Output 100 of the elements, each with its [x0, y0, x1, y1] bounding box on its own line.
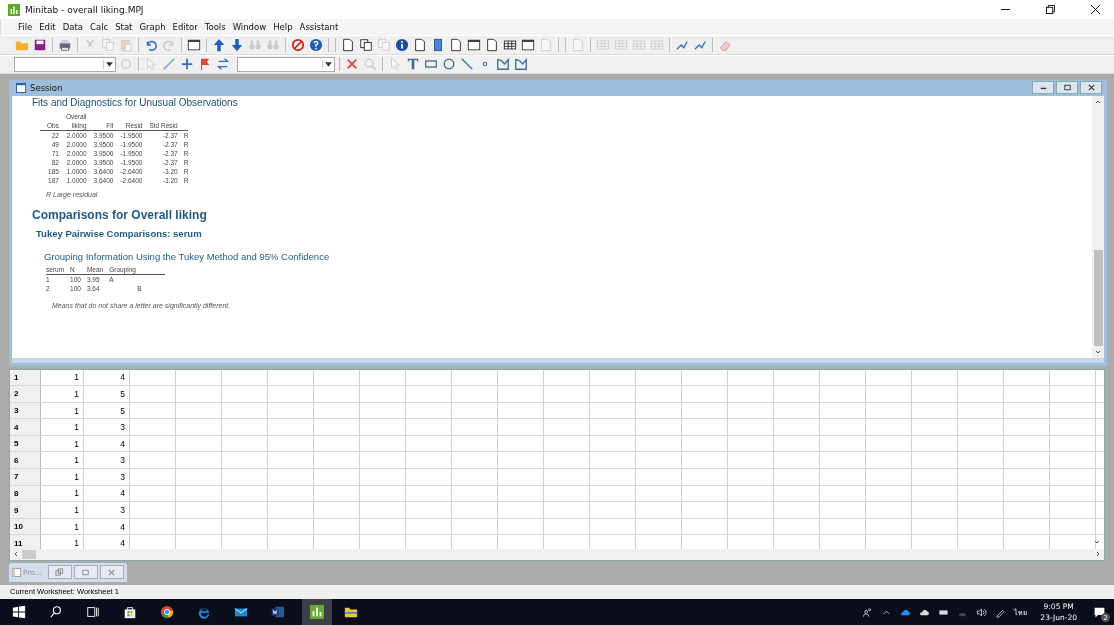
table-cell[interactable]: 3: [84, 469, 130, 485]
bar-chart-icon: [310, 605, 324, 619]
edge-browser-icon[interactable]: [197, 605, 211, 619]
row-header[interactable]: 9: [10, 502, 41, 518]
table-cell[interactable]: 1: [41, 369, 84, 386]
row-header[interactable]: 2: [10, 386, 41, 402]
circle-icon[interactable]: [442, 57, 456, 72]
flag-icon[interactable]: [198, 57, 212, 72]
scroll-right-icon[interactable]: [1094, 550, 1102, 558]
row-header[interactable]: 11: [10, 535, 41, 549]
plus-icon[interactable]: [180, 57, 194, 72]
menu-item[interactable]: Assistant: [296, 22, 342, 33]
table-cell[interactable]: 3: [84, 419, 130, 435]
row-header[interactable]: 4: [10, 419, 41, 435]
table-cell[interactable]: 4: [84, 435, 130, 452]
close-button[interactable]: [1091, 5, 1100, 15]
menu-item[interactable]: Calc: [87, 22, 112, 33]
table-title: Grouping Information Using the Tukey Method and 95% Confidence: [44, 250, 331, 262]
section-heading: Comparisons for Overall liking: [32, 207, 208, 222]
document-icon[interactable]: [449, 37, 463, 52]
search-icon[interactable]: [49, 605, 63, 619]
line-icon[interactable]: [460, 57, 474, 72]
scrollbar-thumb[interactable]: [22, 549, 36, 559]
table-cell[interactable]: 1: [41, 485, 84, 502]
dropdown-arrow-icon[interactable]: [103, 59, 115, 69]
table-cell[interactable]: 1: [41, 502, 84, 518]
document-icon[interactable]: [431, 37, 445, 52]
section-subheading: Tukey Pairwise Comparisons: serum: [36, 227, 203, 239]
stacked-windows-icon[interactable]: [359, 37, 373, 52]
dropdown-field[interactable]: [237, 56, 335, 72]
menu-item[interactable]: Data: [59, 22, 86, 33]
people-icon[interactable]: [862, 606, 874, 618]
table-cell[interactable]: 5: [84, 402, 130, 419]
mail-icon[interactable]: [234, 605, 248, 619]
browser-icon[interactable]: [160, 605, 174, 619]
table-cell[interactable]: 5: [84, 386, 130, 402]
close-icon: [1086, 83, 1096, 92]
word-icon[interactable]: [271, 605, 285, 619]
info-icon[interactable]: [395, 37, 409, 52]
taskbar-app-button[interactable]: [302, 599, 332, 625]
layout-icon[interactable]: [521, 37, 535, 52]
table-cell[interactable]: 1: [41, 419, 84, 435]
grid-icon[interactable]: [503, 37, 517, 52]
speaker-icon[interactable]: [976, 606, 988, 618]
restore-icon: [55, 567, 65, 577]
table-cell[interactable]: 1: [41, 518, 84, 535]
document-icon[interactable]: [485, 37, 499, 52]
help-icon[interactable]: [309, 37, 323, 52]
menu-item[interactable]: Window: [229, 22, 270, 33]
app-logo-icon: [8, 3, 20, 16]
menu-item[interactable]: Edit: [36, 22, 59, 33]
session-title: Session: [30, 82, 63, 93]
polygon-icon[interactable]: [514, 57, 528, 72]
close-icon[interactable]: [345, 57, 359, 72]
dropdown-field[interactable]: [14, 56, 116, 72]
restore-button[interactable]: [1046, 5, 1055, 15]
menu-item[interactable]: Editor: [169, 22, 201, 33]
task-view-icon[interactable]: [86, 605, 100, 619]
table-cell[interactable]: 1: [41, 469, 84, 485]
table-cell[interactable]: 4: [84, 485, 130, 502]
close-icon: [107, 567, 117, 577]
menu-item[interactable]: Tools: [201, 22, 229, 33]
dropdown-arrow-icon[interactable]: [322, 59, 334, 69]
shopping-bag-icon[interactable]: [123, 605, 137, 619]
table-cell[interactable]: 1: [41, 435, 84, 452]
menu-item[interactable]: Graph: [136, 22, 169, 33]
windows-start-icon[interactable]: [12, 605, 26, 619]
layout-icon[interactable]: [467, 37, 481, 52]
polyline-icon[interactable]: [496, 57, 510, 72]
print-icon[interactable]: [58, 37, 72, 52]
table-cell[interactable]: 3: [84, 452, 130, 469]
table-cell[interactable]: 1: [41, 452, 84, 469]
window-title: Minitab - overall liking.MPJ: [25, 4, 144, 15]
row-header[interactable]: 1: [10, 369, 41, 386]
table-cell[interactable]: 3: [84, 502, 130, 518]
message-icon: [1092, 605, 1106, 619]
table-cell[interactable]: 1: [41, 402, 84, 419]
table-cell[interactable]: 4: [84, 518, 130, 535]
stop-icon[interactable]: [291, 37, 305, 52]
table-cell[interactable]: 4: [84, 369, 130, 386]
swap-icon[interactable]: [216, 57, 230, 72]
close-button[interactable]: [1080, 81, 1102, 94]
table-cell[interactable]: 1: [41, 386, 84, 402]
vertical-scrollbar[interactable]: [1092, 95, 1104, 358]
folder-icon[interactable]: [344, 605, 358, 619]
down-arrow-icon[interactable]: [230, 37, 244, 52]
row-header[interactable]: 7: [10, 469, 41, 485]
maximize-icon: [1062, 83, 1072, 92]
scroll-left-icon[interactable]: [12, 550, 20, 558]
row-header[interactable]: 6: [10, 452, 41, 469]
save-icon[interactable]: [33, 37, 47, 52]
menu-item[interactable]: Stat: [112, 22, 136, 33]
menu-item[interactable]: File: [15, 22, 36, 33]
text-tool-icon[interactable]: [406, 57, 420, 72]
maximize-button[interactable]: [1056, 81, 1078, 94]
up-arrow-icon[interactable]: [212, 37, 226, 52]
scrollbar-thumb[interactable]: [1093, 249, 1103, 346]
menu-item[interactable]: Help: [270, 22, 296, 33]
section-heading: Fits and Diagnostics for Unusual Observations: [32, 96, 239, 109]
maximize-icon: [81, 567, 91, 577]
